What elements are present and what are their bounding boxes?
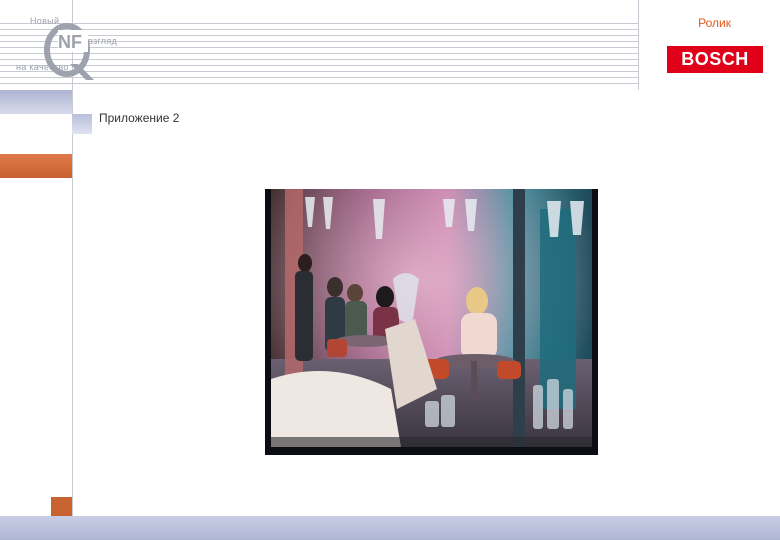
appendix-caption: Приложение 2: [99, 111, 180, 125]
video-still-image: [265, 189, 598, 455]
bosch-logo: BOSCH: [667, 46, 763, 73]
sidebar-band-orange: [0, 154, 72, 178]
caption-marker: [72, 114, 92, 134]
brand-name: BOSCH: [681, 49, 749, 69]
svg-text:NF: NF: [58, 32, 82, 52]
footer-band: [0, 516, 780, 540]
sidebar-band-blue: [0, 90, 72, 114]
company-logo: Новый взгляд на качество NF: [0, 14, 140, 84]
slide-title: Ролик: [698, 16, 731, 30]
footer-marker: [51, 497, 72, 517]
header-divider: [638, 0, 639, 90]
logo-q-emblem-icon: NF: [44, 23, 94, 80]
bar-scene-illustration: [271, 189, 592, 447]
